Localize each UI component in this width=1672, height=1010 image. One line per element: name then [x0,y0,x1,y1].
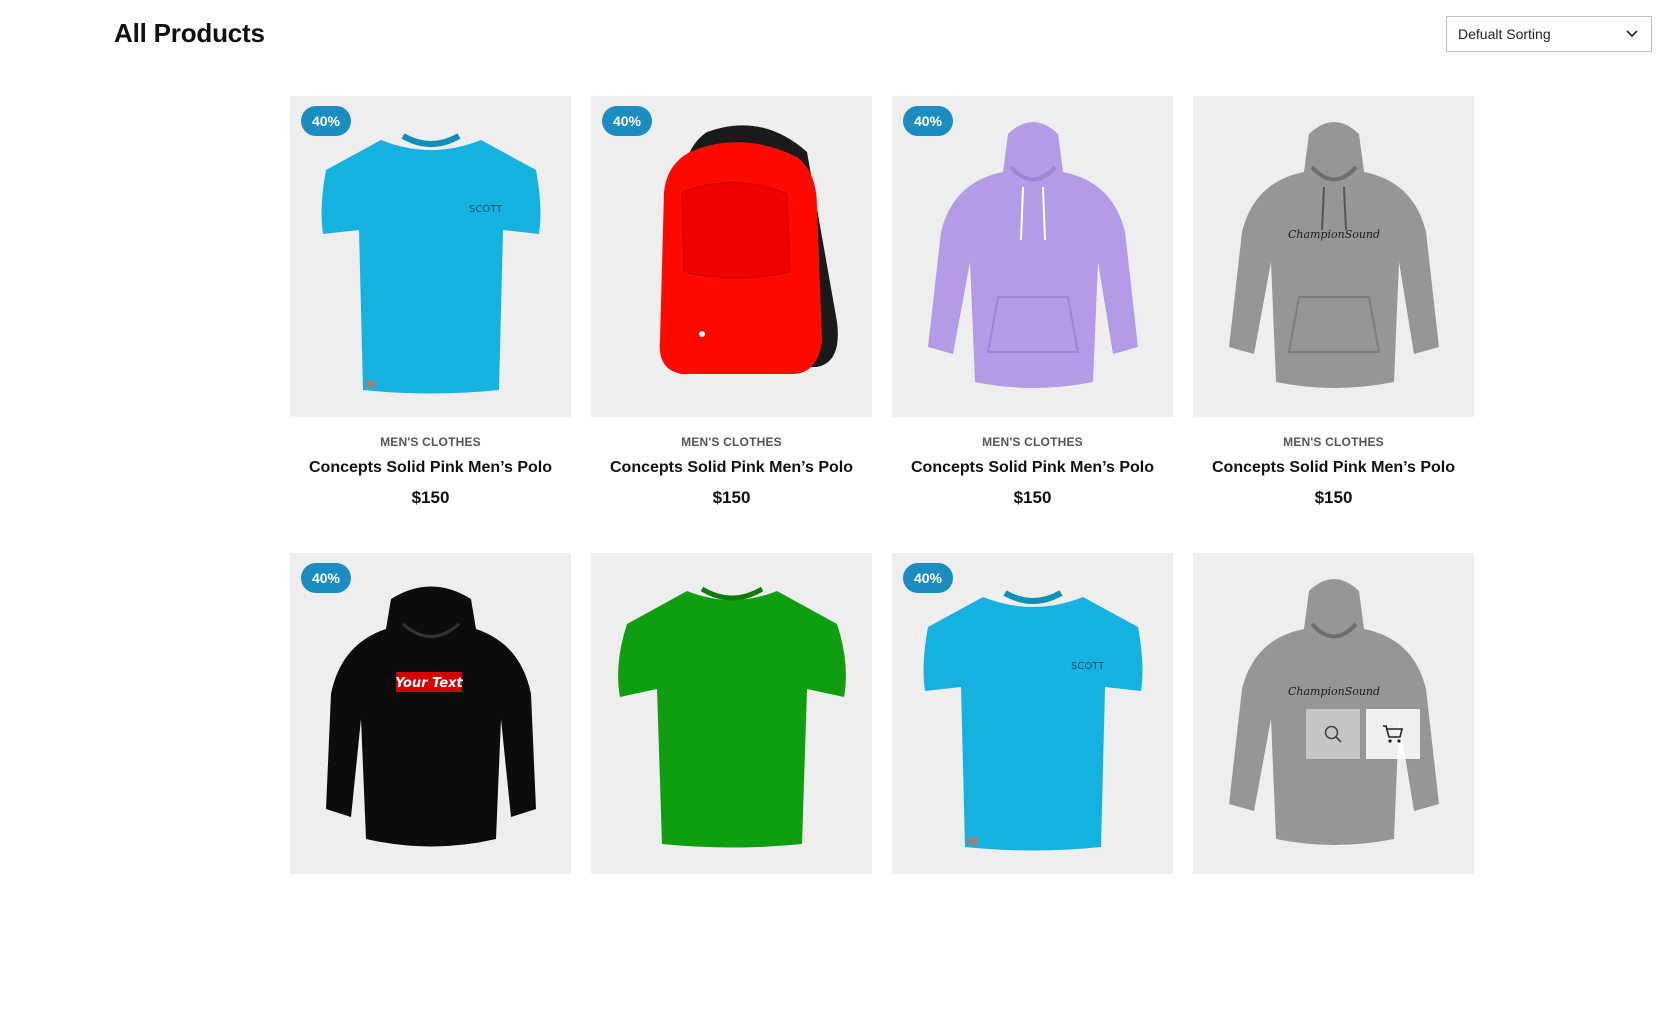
black-hoodie-image: Your Text [325,586,536,846]
product-card[interactable]: 40% MEN'S CLOTHES Concepts Solid Pink Me… [591,96,872,553]
product-card[interactable]: 40% SCOTT [892,553,1173,1010]
product-category: MEN'S CLOTHES [982,435,1083,449]
green-tshirt-image [617,586,846,847]
page-title: All Products [114,18,265,48]
product-card[interactable]: 40% MEN'S CLOTHES Concepts Solid Pink Me… [892,96,1173,553]
product-image[interactable]: 40% SCOTT [290,96,571,417]
product-card[interactable]: ChampionSound MEN'S CLOTHES Concepts Sol… [1193,96,1474,553]
product-image[interactable]: ChampionSound [1193,96,1474,417]
product-image[interactable]: ChampionSound [1193,553,1474,874]
product-category: MEN'S CLOTHES [380,435,481,449]
svg-text:ChampionSound: ChampionSound [1287,228,1379,241]
blue-tshirt-image: SCOTT [923,589,1142,850]
red-backpack-image [659,124,838,374]
product-image[interactable]: 40% [591,96,872,417]
svg-text:SCOTT: SCOTT [1071,661,1105,672]
blue-tshirt-image: SCOTT [321,132,540,393]
hoodie-print-text: Your Text [395,676,463,691]
product-category: MEN'S CLOTHES [681,435,782,449]
product-name[interactable]: Concepts Solid Pink Men’s Polo [892,459,1173,477]
purple-hoodie-image [927,121,1138,388]
discount-badge: 40% [602,106,652,136]
chevron-down-icon [1625,27,1639,41]
product-image[interactable]: 40% SCOTT [892,553,1173,874]
quick-view-button[interactable] [1306,709,1360,759]
sorting-select-value: Defualt Sorting [1458,26,1551,42]
product-card[interactable] [591,553,872,1010]
product-price: $150 [712,488,751,507]
product-card[interactable]: 40% SCOTT MEN'S CLOTHES Concepts Solid P… [290,96,571,553]
product-image[interactable]: 40% [892,96,1173,417]
cart-icon [1382,724,1404,744]
sorting-select[interactable]: Defualt Sorting [1446,16,1652,52]
product-card[interactable]: ChampionSound [1193,553,1474,1010]
grey-hoodie-image: ChampionSound [1228,121,1439,388]
svg-text:SCOTT: SCOTT [469,204,503,215]
product-price: $150 [1013,488,1052,507]
product-name[interactable]: Concepts Solid Pink Men’s Polo [591,459,872,477]
discount-badge: 40% [301,106,351,136]
product-card[interactable]: 40% Your Text [290,553,571,1010]
product-grid: 40% SCOTT MEN'S CLOTHES Concepts Solid P… [290,96,1474,1010]
search-icon [1323,724,1343,744]
product-name[interactable]: Concepts Solid Pink Men’s Polo [1193,459,1474,477]
product-name[interactable]: Concepts Solid Pink Men’s Polo [290,459,571,477]
discount-badge: 40% [301,563,351,593]
discount-badge: 40% [903,106,953,136]
add-to-cart-button[interactable] [1366,709,1420,759]
svg-text:ChampionSound: ChampionSound [1287,685,1379,698]
product-category: MEN'S CLOTHES [1283,435,1384,449]
product-image[interactable]: 40% Your Text [290,553,571,874]
product-price: $150 [1314,488,1353,507]
product-price: $150 [411,488,450,507]
product-hover-actions [1306,709,1420,759]
discount-badge: 40% [903,563,953,593]
product-image[interactable] [591,553,872,874]
